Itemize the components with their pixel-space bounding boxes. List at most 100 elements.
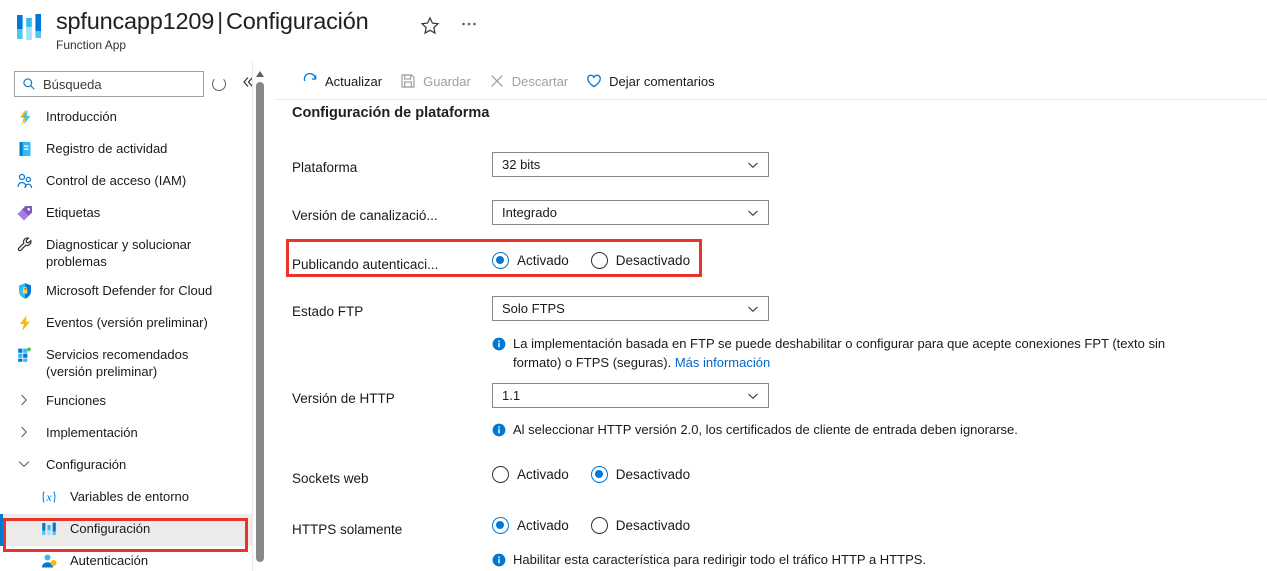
row-publicando-autenticacion: Publicando autenticaci... Activado Desac… — [275, 248, 1267, 282]
sidebar-group-configuracion[interactable]: Configuración — [0, 450, 252, 482]
radio-label: Desactivado — [615, 467, 691, 482]
sidebar-item-eventos-version-preliminar[interactable]: Eventos (versión preliminar) — [0, 308, 252, 340]
version-canalizacion-value: Integrado — [502, 205, 557, 220]
https-solamente-radio-group: Activado Desactivado — [492, 517, 712, 534]
mas-informacion-link[interactable]: Más información — [675, 355, 770, 370]
circle-icon[interactable] — [212, 77, 226, 91]
sidebar-item-etiquetas[interactable]: Etiquetas — [0, 198, 252, 230]
section-title: Configuración de plataforma — [292, 105, 490, 121]
sidebar-item-label: Servicios recomendados (versión prelimin… — [46, 347, 189, 379]
close-x-icon — [489, 73, 505, 89]
chevron-down-icon — [746, 302, 760, 316]
sidebar-item-variables-de-entorno[interactable]: x Variables de entorno — [0, 482, 252, 514]
sidebar-item-control-de-acceso-iam[interactable]: Control de acceso (IAM) — [0, 166, 252, 198]
chevron-down-icon — [746, 158, 760, 172]
sidebar-item-diagnosticar-y-solucionar-problemas[interactable]: Diagnosticar y solucionar problemas — [0, 230, 252, 276]
blade-header: spfuncapp1209 | Configuración Function App — [0, 0, 1267, 62]
sockets-web-label: Sockets web — [292, 471, 369, 486]
save-button[interactable]: Guardar — [391, 65, 480, 97]
plataforma-label: Plataforma — [292, 160, 358, 175]
sidebar: Introducción Registro de actividad — [0, 62, 253, 571]
version-http-info-text: Al seleccionar HTTP versión 2.0, los cer… — [513, 422, 1018, 437]
refresh-label: Actualizar — [325, 73, 383, 89]
radio-dot — [590, 466, 608, 483]
search-input[interactable] — [36, 76, 186, 92]
page-title: spfuncapp1209 | Configuración — [56, 6, 369, 36]
sidebar-item-servicios-recomendados[interactable]: Servicios recomendados (versión prelimin… — [0, 340, 252, 386]
radio-label: Desactivado — [615, 518, 691, 533]
version-canalizacion-dropdown[interactable]: Integrado — [492, 200, 769, 225]
radio-label: Activado — [517, 253, 569, 268]
sidebar-item-autenticacion[interactable]: Autenticación — [0, 546, 252, 571]
estado-ftp-dropdown[interactable]: Solo FTPS — [492, 296, 769, 321]
sidebar-group-funciones[interactable]: Funciones — [0, 386, 252, 418]
sidebar-item-label: Implementación — [46, 425, 138, 440]
sockets-web-activado-radio[interactable]: Activado — [492, 466, 569, 483]
radio-label: Activado — [517, 467, 569, 482]
sidebar-nav-list: Introducción Registro de actividad Contr… — [0, 102, 252, 571]
sidebar-item-microsoft-defender-for-cloud[interactable]: Microsoft Defender for Cloud — [0, 276, 252, 308]
row-estado-ftp: Estado FTP Solo FTPS — [275, 296, 1267, 330]
refresh-button[interactable]: Actualizar — [293, 65, 391, 97]
sidebar-item-label: Variables de entorno — [70, 489, 190, 504]
version-http-dropdown[interactable]: 1.1 — [492, 383, 769, 408]
save-label: Guardar — [423, 73, 471, 89]
function-app-icon — [16, 13, 44, 43]
publicando-autenticacion-desactivado-radio[interactable]: Desactivado — [590, 252, 691, 269]
estado-ftp-info: La implementación basada en FTP se puede… — [492, 334, 1172, 372]
authentication-icon — [40, 552, 60, 570]
sidebar-item-label: Autenticación — [70, 553, 149, 568]
row-version-http: Versión de HTTP 1.1 — [275, 383, 1267, 417]
bolt-icon — [16, 314, 36, 332]
discard-button[interactable]: Descartar — [480, 65, 577, 97]
sidebar-item-configuracion[interactable]: Configuración — [0, 514, 252, 546]
plataforma-dropdown[interactable]: 32 bits — [492, 152, 769, 177]
sidebar-item-label: Etiquetas — [46, 205, 101, 220]
feedback-button[interactable]: Dejar comentarios — [577, 65, 724, 97]
info-circle-icon — [492, 337, 506, 351]
search-box[interactable] — [14, 71, 204, 97]
version-http-value: 1.1 — [502, 388, 521, 403]
sockets-web-desactivado-radio[interactable]: Desactivado — [590, 466, 691, 483]
lightning-overview-icon — [16, 108, 36, 126]
publicando-autenticacion-radio-group: Activado Desactivado — [492, 252, 712, 269]
info-circle-icon — [492, 553, 506, 567]
chevron-down-icon — [746, 389, 760, 403]
blade-name: Configuración — [226, 8, 369, 34]
resource-type-subtitle: Function App — [56, 38, 127, 52]
sidebar-item-label: Diagnosticar y solucionar problemas — [46, 237, 192, 269]
feedback-label: Dejar comentarios — [609, 73, 715, 89]
info-circle-icon — [492, 423, 506, 437]
chevron-down-icon — [16, 456, 36, 474]
publicando-autenticacion-activado-radio[interactable]: Activado — [492, 252, 569, 269]
radio-dot — [492, 466, 509, 483]
scroll-up-arrow-icon[interactable] — [255, 65, 265, 77]
title-separator: | — [217, 8, 224, 34]
estado-ftp-info-text: La implementación basada en FTP se puede… — [513, 336, 1166, 370]
scrollbar-thumb[interactable] — [256, 82, 264, 562]
sidebar-group-implementacion[interactable]: Implementación — [0, 418, 252, 450]
chevron-down-icon — [746, 206, 760, 220]
sidebar-item-introduccion[interactable]: Introducción — [0, 102, 252, 134]
radio-dot — [492, 252, 509, 269]
activity-log-icon — [16, 140, 36, 158]
sidebar-item-registro-de-actividad[interactable]: Registro de actividad — [0, 134, 252, 166]
command-bar: Actualizar Guardar Descartar Dejar comen… — [275, 62, 1267, 100]
discard-label: Descartar — [511, 73, 569, 89]
star-icon[interactable] — [419, 15, 441, 37]
shield-lock-icon — [16, 282, 36, 300]
https-solamente-activado-radio[interactable]: Activado — [492, 517, 569, 534]
radio-dot — [590, 252, 608, 269]
https-solamente-desactivado-radio[interactable]: Desactivado — [590, 517, 691, 534]
row-https-solamente: HTTPS solamente Activado Desactivado — [275, 513, 1267, 547]
radio-label: Desactivado — [615, 253, 691, 268]
heart-feedback-icon — [586, 73, 602, 89]
ellipsis-icon[interactable] — [458, 14, 480, 36]
publicando-autenticacion-label: Publicando autenticaci... — [292, 257, 439, 272]
variables-icon: x — [40, 488, 60, 506]
access-control-people-icon — [16, 172, 36, 190]
sidebar-scrollbar[interactable] — [252, 62, 266, 571]
sidebar-item-label: Eventos (versión preliminar) — [46, 315, 208, 330]
row-sockets-web: Sockets web Activado Desactivado — [275, 462, 1267, 496]
sidebar-item-label: Registro de actividad — [46, 141, 168, 156]
